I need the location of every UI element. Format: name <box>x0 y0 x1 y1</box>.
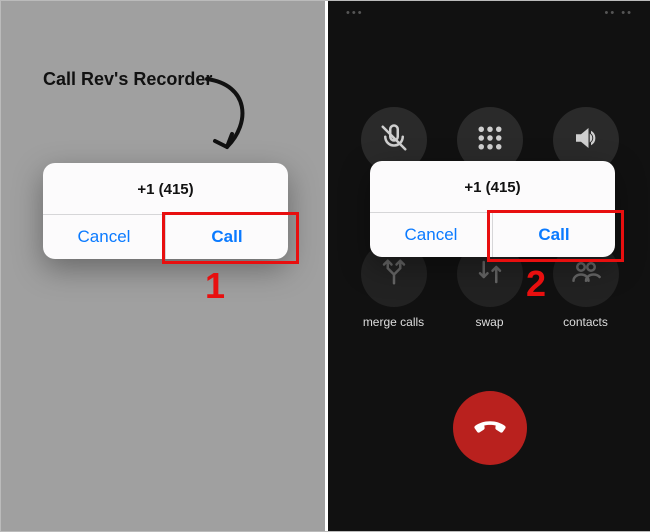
swap-icon <box>475 257 505 292</box>
alert-phone-number: +1 (415) <box>43 163 288 214</box>
step-number-2: 2 <box>526 263 546 305</box>
curved-arrow-icon <box>197 73 257 163</box>
call-button[interactable]: Call <box>166 215 288 259</box>
alert-phone-number: +1 (415) <box>370 161 615 212</box>
instruction-stage: Call Rev's Recorder +1 (415) Cancel Call… <box>0 0 650 532</box>
call-alert-1: +1 (415) Cancel Call <box>43 163 288 259</box>
cancel-button[interactable]: Cancel <box>43 215 165 259</box>
contacts-label: contacts <box>563 315 608 329</box>
mute-icon <box>379 123 409 158</box>
cancel-button[interactable]: Cancel <box>370 213 492 257</box>
merge-icon <box>379 257 409 292</box>
merge-label: merge calls <box>363 315 424 329</box>
step-1-panel: Call Rev's Recorder +1 (415) Cancel Call… <box>1 1 325 531</box>
hint-text: Call Rev's Recorder <box>43 69 212 90</box>
step-2-panel: ••• •• •• mute keypad <box>328 1 650 531</box>
swap-label: swap <box>475 315 503 329</box>
status-signal-icon: ••• <box>346 7 364 19</box>
contacts-icon <box>571 257 601 292</box>
step-number-1: 1 <box>205 265 225 307</box>
hangup-icon <box>471 407 509 450</box>
end-call-button[interactable] <box>453 391 527 465</box>
call-button[interactable]: Call <box>493 213 615 257</box>
speaker-icon <box>571 123 601 158</box>
status-time-icon: •• •• <box>605 7 633 19</box>
call-alert-2: +1 (415) Cancel Call <box>370 161 615 257</box>
keypad-icon <box>475 123 505 158</box>
